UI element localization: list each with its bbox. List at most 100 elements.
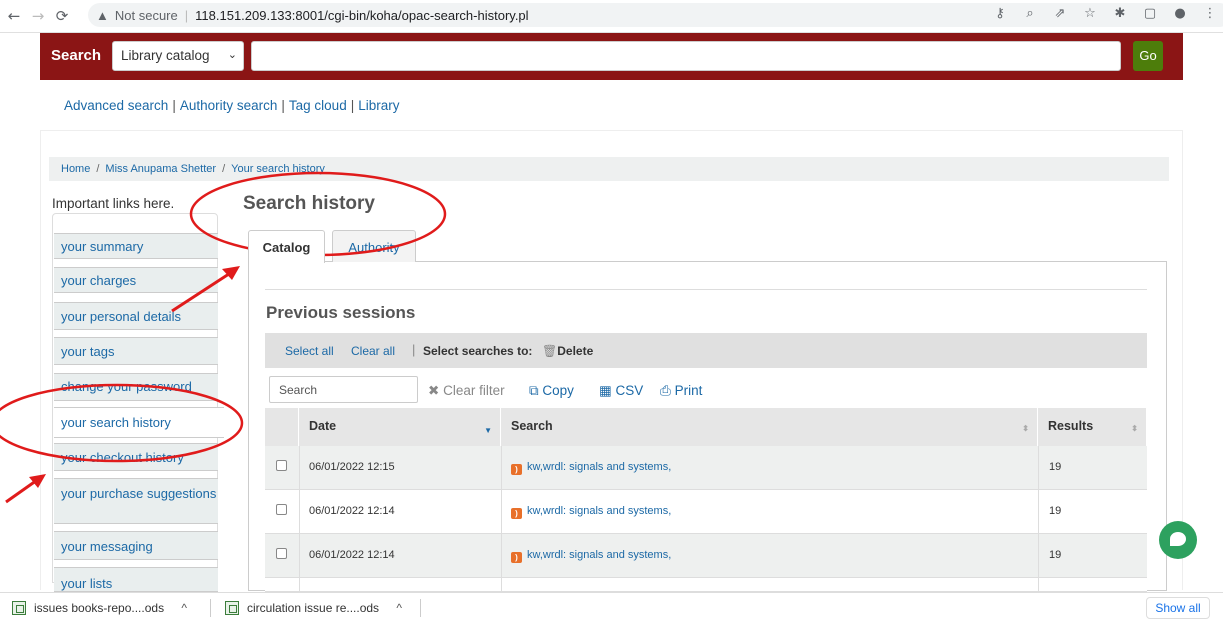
sidebar-item-charges[interactable]: your charges: [54, 267, 218, 293]
column-divider: [501, 446, 502, 592]
delete-label: Delete: [557, 344, 594, 358]
download-divider: [210, 599, 211, 617]
sidebar-item-purchase-suggestions[interactable]: your purchase suggestions: [54, 478, 218, 524]
show-all-button[interactable]: Show all: [1146, 597, 1210, 619]
breadcrumb-home[interactable]: Home: [61, 163, 90, 175]
key-icon[interactable]: ⚷: [991, 6, 1009, 21]
table-header-date[interactable]: Date ▼: [299, 408, 501, 446]
row-results: 19: [1049, 461, 1062, 473]
search-type-value: Library catalog: [121, 48, 210, 63]
table-header-search[interactable]: Search ⬍: [501, 408, 1038, 446]
search-label: Search: [51, 47, 102, 64]
chevron-up-icon[interactable]: ^: [396, 601, 402, 615]
annotation-arrow: [5, 476, 41, 504]
clear-all-link[interactable]: Clear all: [351, 344, 395, 358]
masthead-search: Search Library catalog ⌄ Go: [40, 33, 1183, 80]
breadcrumb-separator: /: [222, 163, 226, 175]
search-input[interactable]: [251, 41, 1121, 71]
row-checkbox[interactable]: [276, 548, 287, 559]
row-results: 19: [1049, 549, 1062, 561]
url-text[interactable]: 118.151.209.133:8001/cgi-bin/koha/opac-s…: [195, 8, 528, 23]
select-all-link[interactable]: Select all: [285, 344, 334, 358]
table-header-search-label: Search: [511, 419, 553, 433]
authority-search-link[interactable]: Authority search: [180, 98, 278, 113]
sidebar-item-tags[interactable]: your tags: [54, 337, 218, 365]
sidebar-item-checkout-history[interactable]: your checkout history: [54, 443, 218, 471]
row-date: 06/01/2022 12:14: [309, 505, 395, 517]
row-date: 06/01/2022 12:14: [309, 549, 395, 561]
toolbar-divider: |: [412, 342, 416, 357]
extensions-icon[interactable]: ✱: [1111, 6, 1129, 21]
sidebar-item-search-history[interactable]: your search history: [54, 407, 224, 438]
address-divider: |: [184, 7, 189, 23]
rss-icon[interactable]: ): [511, 508, 522, 519]
table-search-input[interactable]: Search: [269, 376, 418, 403]
forward-icon[interactable]: →: [28, 6, 48, 26]
search-type-select[interactable]: Library catalog ⌄: [112, 41, 244, 71]
sidebar-item-change-password[interactable]: change your password: [54, 373, 218, 401]
print-button[interactable]: ⎙ Print: [660, 383, 702, 399]
security-status[interactable]: Not secure: [115, 8, 178, 23]
go-button[interactable]: Go: [1133, 41, 1163, 71]
row-results: 19: [1049, 505, 1062, 517]
rss-icon[interactable]: ): [511, 464, 522, 475]
section-title: Previous sessions: [266, 303, 416, 322]
browser-toolbar: ← → ⟳ ▲ Not secure | 118.151.209.133:800…: [0, 0, 1223, 33]
sort-icon: ⬍: [1022, 424, 1029, 433]
downloads-bar: issues books-repo....ods ^ circulation i…: [0, 592, 1223, 621]
download-filename: issues books-repo....ods: [34, 601, 165, 615]
sidebar-intro: Important links here.: [52, 196, 175, 211]
tab-catalog[interactable]: Catalog: [248, 230, 325, 263]
chevron-down-icon: ⌄: [227, 49, 237, 61]
back-icon[interactable]: ←: [4, 6, 24, 26]
close-icon: ✖: [428, 383, 440, 398]
row-search-link[interactable]: ) kw,wrdl: signals and systems,: [511, 505, 671, 519]
tab-authority[interactable]: Authority: [332, 230, 416, 262]
table-row: 06/01/2022 12:14 ) kw,wrdl: signals and s…: [265, 490, 1147, 534]
tag-cloud-link[interactable]: Tag cloud: [289, 98, 347, 113]
breadcrumb-separator: /: [96, 163, 100, 175]
sidepanel-icon[interactable]: ▢: [1141, 6, 1159, 21]
breadcrumb-user[interactable]: Miss Anupama Shetter: [105, 163, 216, 175]
share-icon[interactable]: ⇗: [1051, 6, 1069, 21]
table-row: 06/01/2022 12:15 ) kw,wrdl: signals and s…: [265, 446, 1147, 490]
link-divider: |: [172, 98, 176, 113]
copy-label: Copy: [542, 383, 574, 398]
download-item[interactable]: circulation issue re....ods ^: [225, 593, 402, 621]
sidebar-item-summary[interactable]: your summary: [54, 233, 218, 259]
rss-icon[interactable]: ): [511, 552, 522, 563]
row-checkbox[interactable]: [276, 504, 287, 515]
breadcrumb-current[interactable]: Your search history: [231, 163, 325, 175]
row-checkbox[interactable]: [276, 460, 287, 471]
profile-icon[interactable]: ●: [1171, 6, 1189, 21]
chevron-up-icon[interactable]: ^: [181, 601, 187, 615]
reload-icon[interactable]: ⟳: [52, 6, 72, 26]
advanced-search-link[interactable]: Advanced search: [64, 98, 168, 113]
table-header-select: [265, 408, 299, 446]
sort-desc-icon: ▼: [484, 426, 492, 435]
copy-icon: ⧉: [529, 383, 539, 398]
delete-button[interactable]: 🗑Delete: [542, 344, 593, 358]
star-icon[interactable]: ☆: [1081, 6, 1099, 21]
sort-icon: ⬍: [1131, 424, 1138, 433]
table-header-results[interactable]: Results ⬍: [1038, 408, 1147, 446]
clear-filter-button[interactable]: ✖ Clear filter: [428, 383, 505, 399]
table-header-results-label: Results: [1048, 419, 1094, 433]
csv-button[interactable]: ▦ CSV: [599, 383, 643, 399]
library-link[interactable]: Library: [358, 98, 399, 113]
table-row: [265, 578, 1147, 592]
menu-icon[interactable]: ⋮: [1201, 6, 1219, 21]
sidebar-item-lists[interactable]: your lists: [54, 567, 218, 592]
row-search-link[interactable]: ) kw,wrdl: signals and systems,: [511, 549, 671, 563]
download-item[interactable]: issues books-repo....ods ^: [12, 593, 187, 621]
copy-button[interactable]: ⧉ Copy: [529, 383, 574, 399]
zoom-icon[interactable]: ⌕: [1021, 6, 1039, 21]
warning-icon[interactable]: ▲: [96, 8, 109, 23]
sidebar-item-messaging[interactable]: your messaging: [54, 531, 218, 560]
row-search-link[interactable]: ) kw,wrdl: signals and systems,: [511, 461, 671, 475]
sidebar-item-personal-details[interactable]: your personal details: [54, 302, 218, 330]
link-divider: |: [281, 98, 285, 113]
chat-widget-icon[interactable]: [1159, 521, 1197, 559]
page-title: Search history: [243, 193, 375, 214]
row-search-text: kw,wrdl: signals and systems,: [527, 549, 672, 561]
